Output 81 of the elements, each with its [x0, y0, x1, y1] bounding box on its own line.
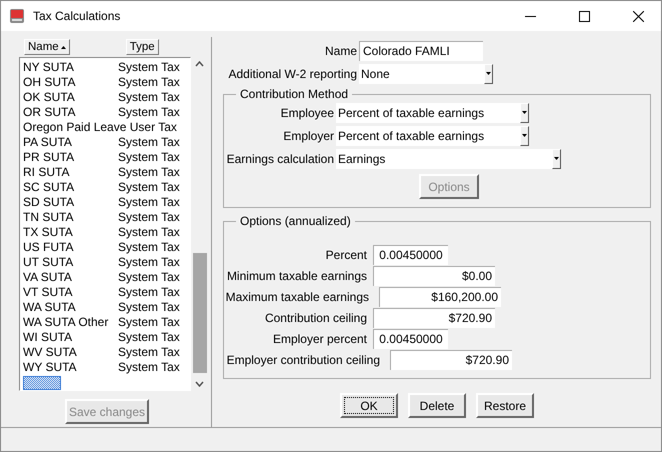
tax-type: System Tax — [118, 270, 180, 285]
tax-name[interactable]: SD SUTA — [23, 195, 118, 210]
caret-icon — [554, 157, 559, 160]
tax-name[interactable]: WI SUTA — [23, 330, 118, 345]
tax-type: System Tax — [118, 255, 180, 270]
tax-type: System Tax — [118, 330, 180, 345]
tax-type: System Tax — [118, 225, 180, 240]
tax-type: System Tax — [118, 285, 180, 300]
number-field[interactable]: $720.90 — [390, 350, 512, 370]
dialog-button[interactable]: OK — [340, 393, 398, 418]
tax-type: System Tax — [118, 315, 180, 330]
field-label: Employee — [280, 106, 334, 120]
column-header[interactable]: Name — [24, 39, 70, 55]
field-label: Percent — [324, 248, 367, 262]
close-icon — [632, 10, 644, 22]
caret-icon — [522, 111, 527, 114]
tax-type: System Tax — [118, 135, 180, 150]
dropdown[interactable]: Percent of taxable earnings — [336, 126, 529, 146]
maximize-icon — [578, 10, 590, 22]
dropdown[interactable]: None — [359, 64, 493, 84]
tax-name[interactable]: TN SUTA — [23, 210, 118, 225]
tax-type: System Tax — [118, 300, 180, 315]
number-field[interactable]: $160,200.00 — [379, 286, 501, 306]
scroll-down-icon[interactable] — [195, 381, 204, 387]
field-label: Additional W-2 reporting — [227, 66, 357, 80]
tax-name[interactable]: PR SUTA — [23, 150, 118, 165]
tax-type: System Tax — [118, 180, 180, 195]
dropdown[interactable]: Earnings — [336, 148, 561, 168]
scroll-up-icon[interactable] — [195, 61, 204, 67]
tax-name[interactable]: UT SUTA — [23, 255, 118, 270]
tax-name[interactable]: WV SUTA — [23, 345, 118, 360]
column-header[interactable]: Type — [126, 39, 159, 55]
caret-icon — [486, 72, 491, 75]
app-icon — [9, 8, 25, 24]
number-field[interactable]: 0.00450000 — [373, 244, 448, 264]
window-title: Tax Calculations — [33, 9, 122, 23]
tax-type: System Tax — [118, 345, 180, 360]
tax-name[interactable]: TX SUTA — [23, 225, 118, 240]
field-label: Name — [324, 44, 357, 58]
tax-name[interactable]: WA SUTA — [23, 300, 118, 315]
tax-name[interactable]: PA SUTA — [23, 135, 118, 150]
tax-type: System Tax — [118, 360, 180, 375]
tax-name[interactable]: US FUTA — [23, 240, 118, 255]
field-label: Employer — [282, 128, 334, 142]
tax-name[interactable]: OK SUTA — [23, 90, 118, 105]
tax-type: System Tax — [118, 240, 180, 255]
tax-name[interactable]: SC SUTA — [23, 180, 118, 195]
number-field[interactable]: 0.00450000 — [373, 328, 448, 348]
dialog-button[interactable]: Restore — [476, 393, 534, 418]
tax-name[interactable]: WA SUTA Other — [23, 315, 118, 330]
tax-name[interactable]: NY SUTA — [23, 60, 118, 75]
tax-name[interactable]: OR SUTA — [23, 105, 118, 120]
tax-type: System Tax — [118, 60, 180, 75]
name-field[interactable]: Colorado FAMLI — [359, 40, 483, 60]
tax-type: System Tax — [118, 90, 180, 105]
field-label: Minimum taxable earnings — [226, 268, 367, 282]
tax-name[interactable]: WY SUTA — [23, 360, 118, 375]
number-field[interactable]: $0.00 — [373, 266, 495, 286]
group-title: Options (annualized) — [239, 214, 352, 228]
tax-name[interactable]: OH SUTA — [23, 75, 118, 90]
field-label: Employer percent — [272, 332, 367, 346]
tax-type: System Tax — [118, 75, 180, 90]
tax-type: System Tax — [118, 105, 180, 120]
tax-type: System Tax — [118, 165, 180, 180]
dropdown[interactable]: Percent of taxable earnings — [336, 102, 529, 122]
field-label: Employer contribution ceiling — [226, 352, 380, 366]
number-field[interactable]: $720.90 — [373, 308, 495, 328]
tax-name[interactable]: RI SUTA — [23, 165, 118, 180]
field-label: Contribution ceiling — [264, 310, 367, 324]
dialog-button[interactable]: Delete — [408, 393, 466, 418]
new-entry-row[interactable] — [23, 376, 61, 390]
caret-icon — [522, 134, 527, 137]
tax-type: System Tax — [118, 150, 180, 165]
tax-name[interactable]: VT SUTA — [23, 285, 118, 300]
tax-name[interactable]: VA SUTA — [23, 270, 118, 285]
tax-type: System Tax — [118, 210, 180, 225]
tax-type: System Tax — [118, 195, 180, 210]
field-label: Earnings calculation — [226, 152, 334, 166]
tax-name[interactable]: Oregon Paid Leave User Tax — [23, 120, 177, 135]
group-title: Contribution Method — [239, 87, 350, 101]
field-label: Maximum taxable earnings — [224, 290, 369, 304]
